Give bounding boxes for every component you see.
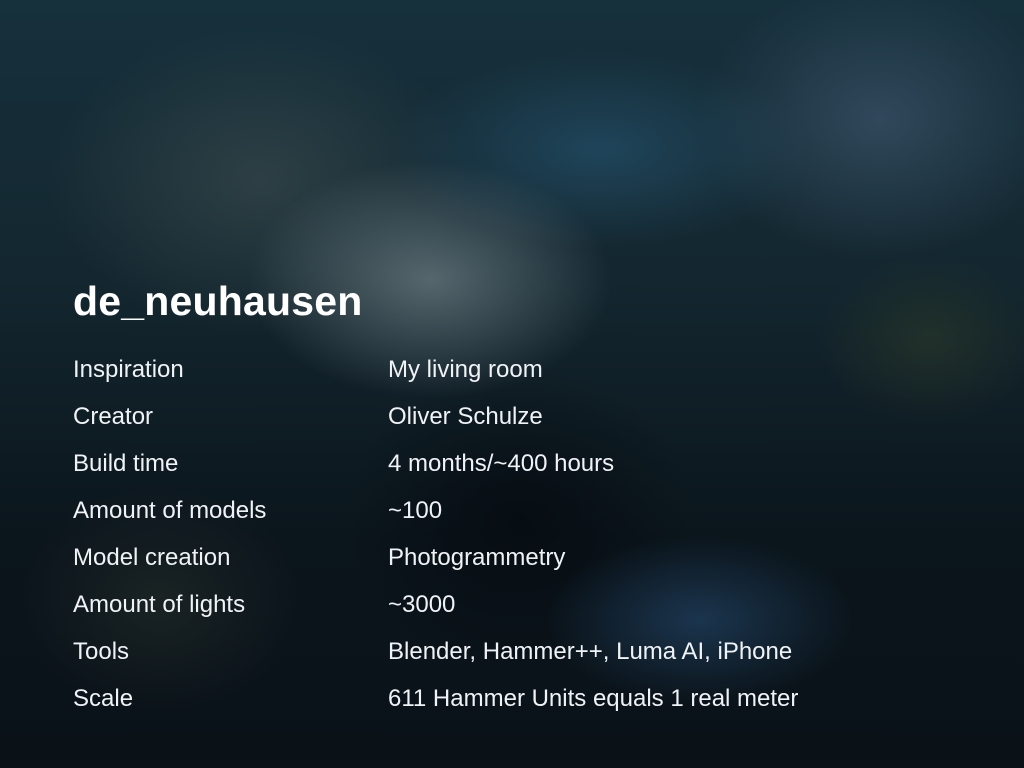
info-row-scale: Scale 611 Hammer Units equals 1 real met… <box>73 675 973 722</box>
info-row-amount-of-models: Amount of models ~100 <box>73 487 973 534</box>
info-label: Model creation <box>73 543 231 571</box>
info-row-creator: Creator Oliver Schulze <box>73 393 973 440</box>
info-row-amount-of-lights: Amount of lights ~3000 <box>73 581 973 628</box>
info-value: ~3000 <box>388 590 456 618</box>
info-label: Build time <box>73 449 179 477</box>
info-label: Amount of lights <box>73 590 246 618</box>
info-value: ~100 <box>388 496 443 524</box>
info-value: Oliver Schulze <box>388 402 543 430</box>
info-value: Photogrammetry <box>388 543 566 571</box>
info-row-inspiration: Inspiration My living room <box>73 346 973 393</box>
info-label: Scale <box>73 684 134 712</box>
info-label: Tools <box>73 637 130 665</box>
info-row-tools: Tools Blender, Hammer++, Luma AI, iPhone <box>73 628 973 675</box>
info-value: My living room <box>388 355 543 383</box>
info-label: Creator <box>73 402 154 430</box>
info-value: Blender, Hammer++, Luma AI, iPhone <box>388 637 793 665</box>
info-panel: de_neuhausen Inspiration My living room … <box>73 272 973 722</box>
info-label: Inspiration <box>73 355 184 383</box>
info-row-model-creation: Model creation Photogrammetry <box>73 534 973 581</box>
info-value: 611 Hammer Units equals 1 real meter <box>388 684 799 712</box>
info-label: Amount of models <box>73 496 267 524</box>
info-row-build-time: Build time 4 months/~400 hours <box>73 440 973 487</box>
map-title: de_neuhausen <box>73 278 363 324</box>
info-value: 4 months/~400 hours <box>388 449 615 477</box>
